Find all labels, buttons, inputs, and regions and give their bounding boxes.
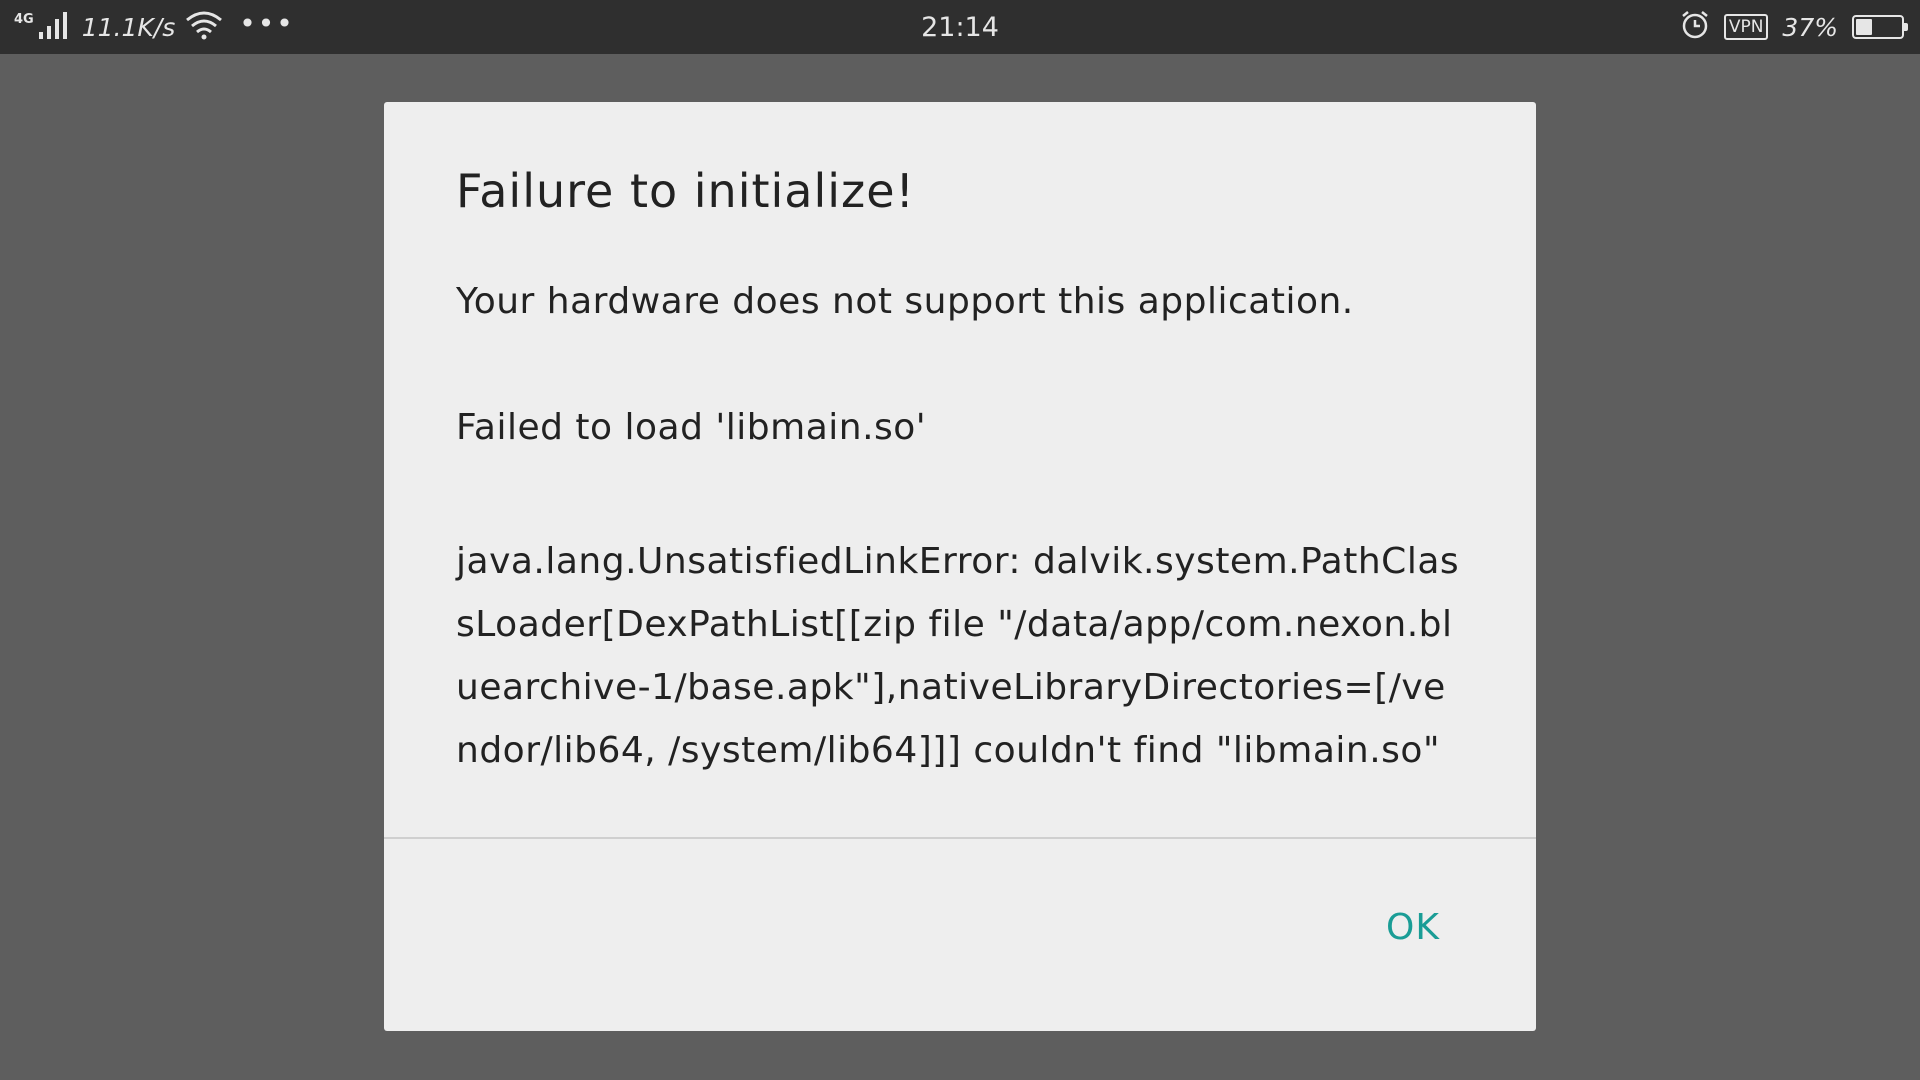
battery-percent: 37% <box>1782 12 1838 42</box>
alarm-icon <box>1680 10 1710 44</box>
error-dialog: Failure to initialize! Your hardware doe… <box>384 102 1536 1031</box>
vpn-badge: VPN <box>1723 14 1769 40</box>
dialog-title: Failure to initialize! <box>456 164 915 218</box>
load-failure-message: Failed to load 'libmain.so' <box>456 407 927 448</box>
hardware-unsupported-message: Your hardware does not support this appl… <box>456 281 1354 322</box>
dialog-message: Your hardware does not support this appl… <box>456 278 1466 782</box>
battery-level-fill <box>1856 19 1872 35</box>
dialog-divider <box>384 837 1536 839</box>
status-bar: 4G 11.1K/s ••• 21:14 VPN 37% <box>0 0 1920 54</box>
status-time: 21:14 <box>921 11 999 43</box>
error-details: java.lang.UnsatisfiedLinkError: dalvik.s… <box>456 541 1460 771</box>
status-bar-right: VPN 37% <box>1680 0 1908 54</box>
battery-icon <box>1852 15 1908 39</box>
ok-button[interactable]: OK <box>1386 907 1440 948</box>
